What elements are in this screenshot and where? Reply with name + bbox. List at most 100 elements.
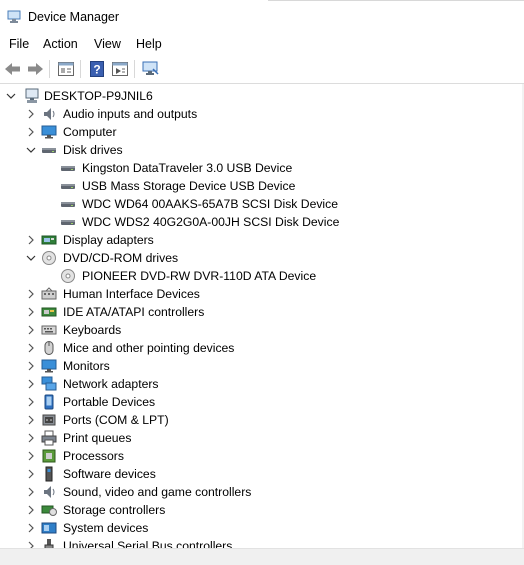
chevron-right-icon[interactable] xyxy=(25,432,37,444)
port-icon xyxy=(41,412,57,428)
tree-root-label: DESKTOP-P9JNIL6 xyxy=(44,89,153,103)
tree-category[interactable]: Monitors xyxy=(0,357,524,375)
tree-category-label: Portable Devices xyxy=(63,395,156,409)
tree-category[interactable]: Print queues xyxy=(0,429,524,447)
tree-category[interactable]: Mice and other pointing devices xyxy=(0,339,524,357)
tree-device-label: PIONEER DVD-RW DVR-110D ATA Device xyxy=(82,269,317,283)
tree-category-label: Print queues xyxy=(63,431,132,445)
hid-icon xyxy=(41,286,57,302)
back-icon[interactable] xyxy=(2,59,24,79)
tree-category[interactable]: Network adapters xyxy=(0,375,524,393)
menu-file[interactable]: File xyxy=(9,37,29,51)
tree-category-label: DVD/CD-ROM drives xyxy=(63,251,179,265)
chevron-right-icon[interactable] xyxy=(25,540,37,548)
tree-device[interactable]: WDC WD64 00AAKS-65A7B SCSI Disk Device xyxy=(0,195,524,213)
toolbar-separator xyxy=(49,60,50,78)
tree-category[interactable]: Disk drives xyxy=(0,141,524,159)
tree-category[interactable]: Keyboards xyxy=(0,321,524,339)
tree-category-label: System devices xyxy=(63,521,149,535)
title-bar: Device Manager xyxy=(0,0,524,34)
storage-controller-icon xyxy=(41,502,57,518)
tree-category[interactable]: Sound, video and game controllers xyxy=(0,483,524,501)
chevron-right-icon[interactable] xyxy=(25,324,37,336)
tree-root[interactable]: DESKTOP-P9JNIL6 xyxy=(0,87,524,105)
chevron-right-icon[interactable] xyxy=(25,378,37,390)
disk-drive-icon xyxy=(60,178,76,194)
tree-device-label: WDC WD64 00AAKS-65A7B SCSI Disk Device xyxy=(82,197,339,211)
tree-device[interactable]: Kingston DataTraveler 3.0 USB Device xyxy=(0,159,524,177)
tree-category[interactable]: System devices xyxy=(0,519,524,537)
tree-device-label: USB Mass Storage Device USB Device xyxy=(82,179,296,193)
tree-device-label: WDC WDS2 40G2G0A-00JH SCSI Disk Device xyxy=(82,215,340,229)
computer-icon xyxy=(24,88,40,104)
tree-category[interactable]: Processors xyxy=(0,447,524,465)
tree-category[interactable]: Display adapters xyxy=(0,231,524,249)
tree-category[interactable]: Storage controllers xyxy=(0,501,524,519)
chevron-down-icon[interactable] xyxy=(25,144,37,156)
disk-drive-icon xyxy=(60,160,76,176)
chevron-right-icon[interactable] xyxy=(25,486,37,498)
disk-drive-icon xyxy=(60,196,76,212)
tree-category[interactable]: Ports (COM & LPT) xyxy=(0,411,524,429)
window-edge xyxy=(268,0,524,1)
properties-icon[interactable] xyxy=(55,59,77,79)
optical-disc-icon xyxy=(41,250,57,266)
menu-action[interactable]: Action xyxy=(43,37,78,51)
tree-category-label: Storage controllers xyxy=(63,503,166,517)
tree-category[interactable]: Portable Devices xyxy=(0,393,524,411)
chevron-right-icon[interactable] xyxy=(25,234,37,246)
optical-disc-icon xyxy=(60,268,76,284)
svg-text:?: ? xyxy=(93,63,100,77)
tree-category-label: Keyboards xyxy=(63,323,122,337)
help-icon[interactable]: ? xyxy=(86,59,108,79)
chevron-right-icon[interactable] xyxy=(25,468,37,480)
toolbar: ? xyxy=(0,56,524,82)
tree-device[interactable]: PIONEER DVD-RW DVR-110D ATA Device xyxy=(0,267,524,285)
tree-category-label: Software devices xyxy=(63,467,156,481)
tree-device-label: Kingston DataTraveler 3.0 USB Device xyxy=(82,161,293,175)
disk-drive-icon xyxy=(41,142,57,158)
tree-device[interactable]: USB Mass Storage Device USB Device xyxy=(0,177,524,195)
chevron-right-icon[interactable] xyxy=(25,360,37,372)
tree-category-label: Monitors xyxy=(63,359,110,373)
tree-category-label: Universal Serial Bus controllers xyxy=(63,539,233,548)
chevron-right-icon[interactable] xyxy=(25,522,37,534)
tree-category-label: Processors xyxy=(63,449,124,463)
menu-view[interactable]: View xyxy=(94,37,121,51)
chevron-right-icon[interactable] xyxy=(25,396,37,408)
printer-icon xyxy=(41,430,57,446)
tree-category[interactable]: Human Interface Devices xyxy=(0,285,524,303)
tree-category[interactable]: DVD/CD-ROM drives xyxy=(0,249,524,267)
tree-category-label: Network adapters xyxy=(63,377,159,391)
chevron-down-icon[interactable] xyxy=(5,90,17,102)
toolbar-separator xyxy=(134,60,135,78)
chevron-right-icon[interactable] xyxy=(25,126,37,138)
chevron-right-icon[interactable] xyxy=(25,450,37,462)
chevron-right-icon[interactable] xyxy=(25,108,37,120)
chevron-right-icon[interactable] xyxy=(25,504,37,516)
display-adapter-icon xyxy=(41,232,57,248)
portable-device-icon xyxy=(41,394,57,410)
tree-category[interactable]: Software devices xyxy=(0,465,524,483)
chevron-right-icon[interactable] xyxy=(25,288,37,300)
forward-icon[interactable] xyxy=(24,59,46,79)
tree-category[interactable]: Universal Serial Bus controllers xyxy=(0,537,524,548)
update-driver-icon[interactable] xyxy=(109,59,131,79)
device-tree: DESKTOP-P9JNIL6 Audio inputs and outputs… xyxy=(0,86,524,548)
chevron-right-icon[interactable] xyxy=(25,342,37,354)
tree-category[interactable]: Audio inputs and outputs xyxy=(0,105,524,123)
processor-icon xyxy=(41,448,57,464)
chevron-right-icon[interactable] xyxy=(25,414,37,426)
scan-hardware-icon[interactable] xyxy=(140,59,162,79)
ide-controller-icon xyxy=(41,304,57,320)
chevron-right-icon[interactable] xyxy=(25,306,37,318)
tree-category[interactable]: Computer xyxy=(0,123,524,141)
menu-help[interactable]: Help xyxy=(136,37,162,51)
speaker-icon xyxy=(41,106,57,122)
tree-category[interactable]: IDE ATA/ATAPI controllers xyxy=(0,303,524,321)
software-device-icon xyxy=(41,466,57,482)
horizontal-scrollbar[interactable] xyxy=(0,548,524,565)
tree-category-label: Display adapters xyxy=(63,233,154,247)
chevron-down-icon[interactable] xyxy=(25,252,37,264)
tree-device[interactable]: WDC WDS2 40G2G0A-00JH SCSI Disk Device xyxy=(0,213,524,231)
